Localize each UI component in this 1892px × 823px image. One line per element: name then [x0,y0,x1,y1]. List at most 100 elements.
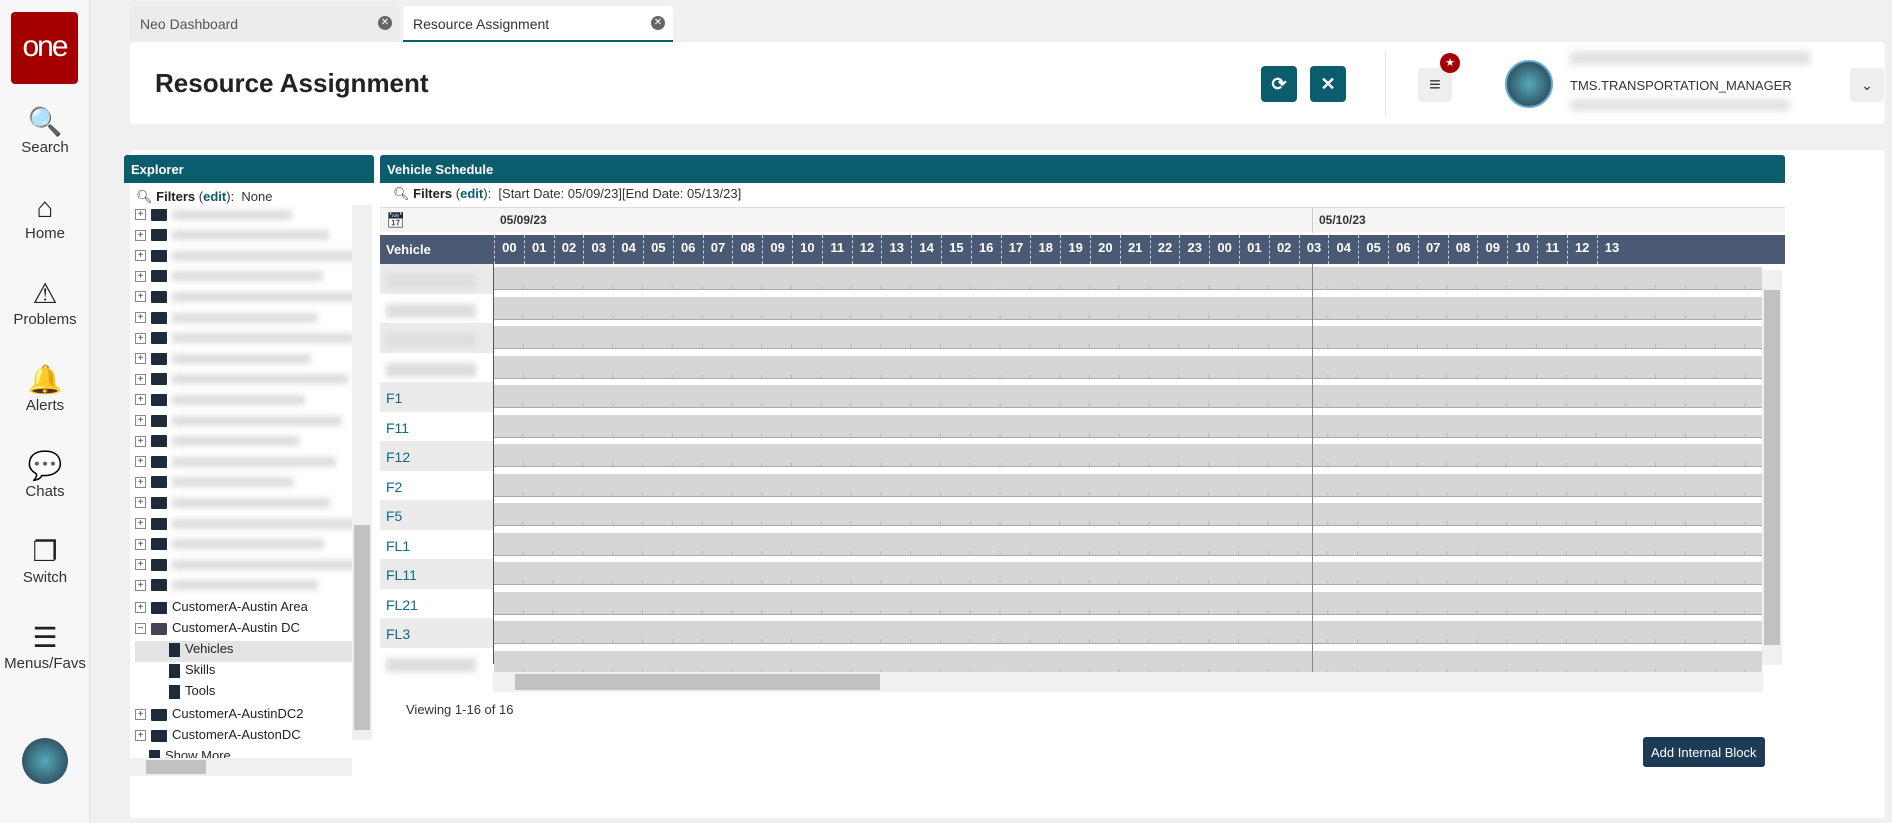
vehicle-label[interactable]: F11 [386,420,409,436]
collapse-icon[interactable]: − [135,623,146,635]
expand-icon[interactable]: + [135,497,146,509]
tree-item-blurred[interactable]: + [135,288,360,309]
schedule-row[interactable] [494,473,1762,497]
explorer-horizontal-scrollbar[interactable] [124,758,352,776]
tab-resource-assignment[interactable]: Resource Assignment ✕ [403,6,673,42]
nav-home[interactable]: ⌂ Home [0,191,90,242]
expand-icon[interactable]: + [135,579,146,591]
tree-item-blurred[interactable]: + [135,515,367,536]
schedule-row[interactable] [494,621,1762,644]
vehicle-row[interactable]: F11 [380,411,493,442]
vehicle-label[interactable]: F1 [386,390,402,406]
expand-icon[interactable]: + [135,353,146,365]
vehicle-row[interactable] [380,323,493,353]
tree-item[interactable]: + CustomerA-AustonDC [135,727,301,748]
schedule-horizontal-scrollbar[interactable] [493,672,1763,692]
expand-icon[interactable]: + [135,250,146,262]
expand-icon[interactable]: + [135,476,146,488]
expand-icon[interactable]: + [135,373,146,385]
tree-item-blurred[interactable]: + [135,268,323,289]
edit-filters-link[interactable]: edit [203,189,226,204]
schedule-row[interactable] [494,355,1762,379]
tree-item-blurred[interactable]: + [135,227,329,248]
add-internal-block-button[interactable]: Add Internal Block [1643,737,1765,767]
tree-item-blurred[interactable]: + [135,309,317,330]
explorer-vertical-scrollbar[interactable] [352,205,372,740]
schedule-row[interactable] [494,444,1762,467]
app-logo[interactable]: one [11,12,78,84]
expand-icon[interactable]: + [135,709,146,721]
vehicle-label[interactable]: FL3 [386,626,410,642]
avatar[interactable] [1505,60,1553,108]
calendar-icon[interactable]: 📅︎ [386,211,405,229]
tree-item-blurred[interactable]: + [135,453,336,474]
tree-item-blurred[interactable]: + [135,556,361,577]
tree-item-blurred[interactable]: + [135,536,324,557]
schedule-row[interactable] [494,650,1762,674]
schedule-row[interactable] [494,296,1762,320]
vehicle-row[interactable] [380,264,493,294]
expand-icon[interactable]: + [135,456,146,468]
vehicle-row[interactable]: FL21 [380,588,493,619]
schedule-row[interactable] [494,414,1762,438]
user-avatar[interactable] [22,738,68,784]
schedule-row[interactable] [494,532,1762,556]
vehicle-row[interactable]: F1 [380,382,493,412]
expand-icon[interactable]: + [135,332,146,344]
expand-icon[interactable]: + [135,209,146,221]
vehicle-row[interactable] [380,647,493,678]
tree-item[interactable]: Skills [135,662,215,683]
vehicle-row[interactable]: FL11 [380,559,493,589]
tree-item-blurred[interactable]: + [135,494,330,515]
tree-item-blurred[interactable]: + [135,330,354,351]
close-tab-icon[interactable]: ✕ [378,16,392,30]
tree-item-blurred[interactable]: + [135,206,292,227]
expand-icon[interactable]: + [135,312,146,324]
expand-icon[interactable]: + [135,538,146,550]
nav-chats[interactable]: 💬 Chats [0,449,90,500]
schedule-row[interactable] [494,503,1762,526]
tree-item-blurred[interactable]: + [135,391,305,412]
expand-icon[interactable]: + [135,435,146,447]
vehicle-row[interactable]: FL3 [380,618,493,648]
vehicle-label[interactable]: F2 [386,479,402,495]
tree-item-blurred[interactable]: + [135,577,318,598]
menu-favorites-button[interactable]: ≡ [1418,68,1452,102]
vehicle-row[interactable] [380,352,493,383]
schedule-row[interactable] [494,591,1762,615]
tree-item-blurred[interactable]: + [135,350,311,371]
schedule-vertical-scrollbar[interactable] [1762,270,1782,665]
tree-item[interactable]: Tools [135,683,215,704]
user-menu-chevron-icon[interactable]: ⌄ [1850,68,1884,102]
schedule-row[interactable] [494,562,1762,585]
tree-item-blurred[interactable]: + [135,247,366,268]
vehicle-label[interactable]: FL21 [386,597,418,613]
tree-item[interactable]: + CustomerA-AustinDC2 [135,706,304,727]
expand-icon[interactable]: + [135,291,146,303]
vehicle-row[interactable]: F12 [380,441,493,471]
nav-switch[interactable]: ❐ Switch [0,535,90,586]
refresh-button[interactable]: ⟳ [1261,66,1297,102]
edit-filters-link[interactable]: edit [460,186,483,201]
expand-icon[interactable]: + [135,415,146,427]
vehicle-label[interactable]: F5 [386,508,402,524]
tab-neo-dashboard[interactable]: Neo Dashboard ✕ [130,6,400,42]
nav-search[interactable]: 🔍 Search [0,105,90,156]
nav-alerts[interactable]: 🔔 Alerts [0,363,90,414]
vehicle-label[interactable]: F12 [386,449,410,465]
schedule-row[interactable] [494,385,1762,408]
vehicle-label[interactable]: FL1 [386,538,410,554]
nav-problems[interactable]: ⚠ Problems [0,277,90,328]
expand-icon[interactable]: + [135,559,146,571]
expand-icon[interactable]: + [135,270,146,282]
expand-icon[interactable]: + [135,730,146,742]
vehicle-column-header[interactable]: Vehicle [386,242,431,257]
vehicle-row[interactable]: FL1 [380,529,493,560]
tree-item[interactable]: + CustomerA-Austin Area [135,599,308,620]
vehicle-row[interactable]: F2 [380,470,493,501]
expand-icon[interactable]: + [135,394,146,406]
vehicle-row[interactable]: F5 [380,500,493,530]
close-button[interactable]: ✕ [1310,66,1346,102]
schedule-row[interactable] [494,326,1762,349]
vehicle-row[interactable] [380,293,493,324]
